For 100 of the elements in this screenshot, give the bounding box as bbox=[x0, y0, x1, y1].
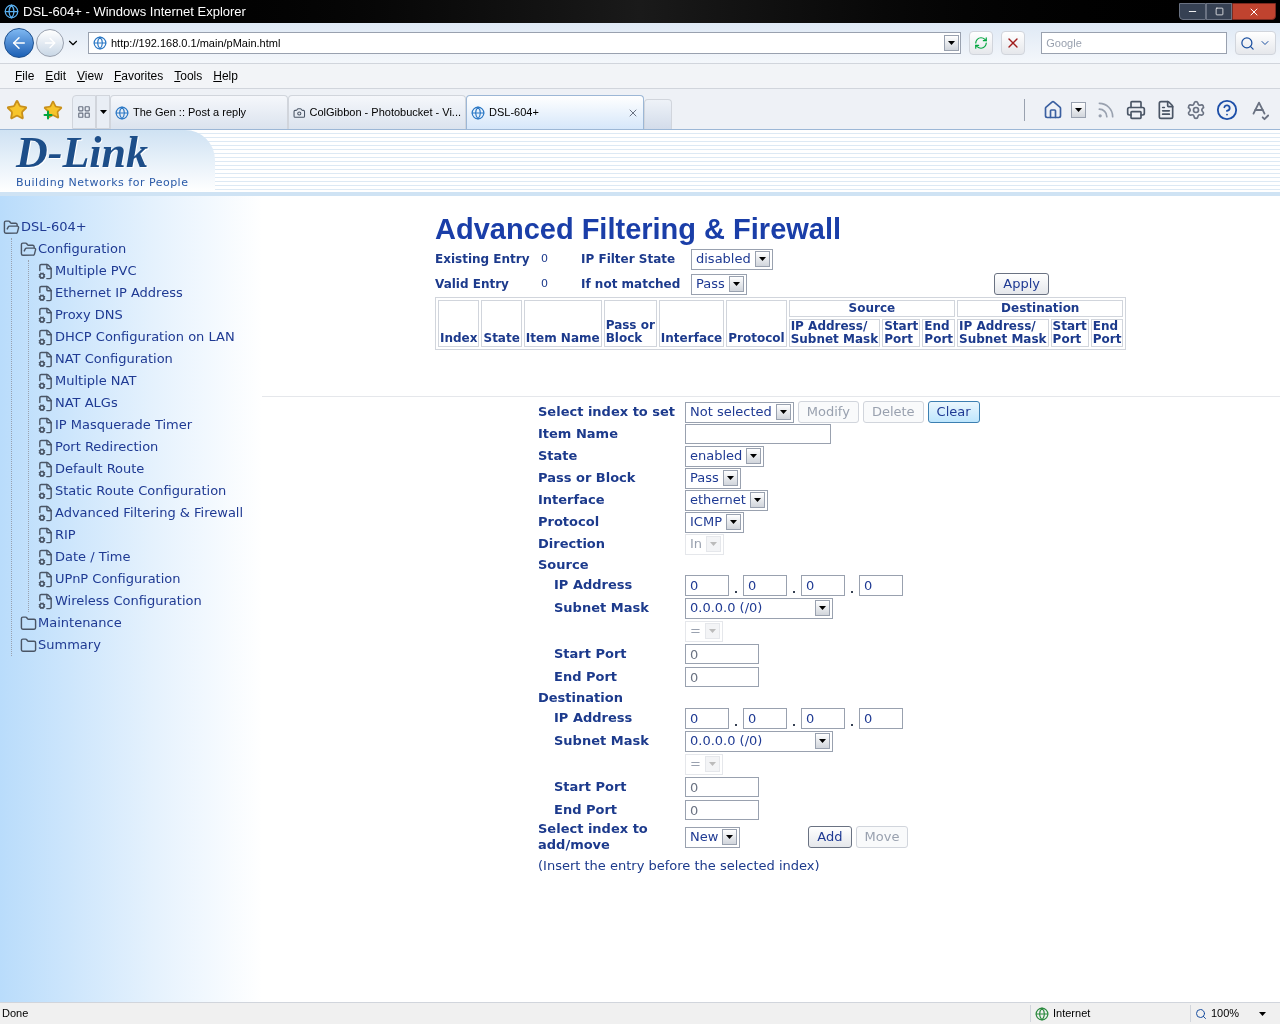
feeds-icon[interactable] bbox=[1096, 100, 1116, 120]
tree-item[interactable]: Port Redirection bbox=[55, 437, 159, 457]
page-icon bbox=[37, 570, 54, 588]
tree-item[interactable]: NAT Configuration bbox=[55, 349, 173, 369]
help-icon[interactable] bbox=[1216, 99, 1238, 121]
tree-item[interactable]: Date / Time bbox=[55, 547, 131, 567]
dropdown[interactable]: 0.0.0.0 (/0) bbox=[685, 597, 833, 619]
field-value: 0 bbox=[541, 275, 549, 292]
page-menu-icon[interactable] bbox=[1156, 100, 1176, 120]
restore-button[interactable] bbox=[1206, 3, 1232, 20]
menu-item[interactable]: Favorites bbox=[108, 67, 169, 85]
dropdown[interactable]: Pass bbox=[685, 467, 741, 489]
page-icon bbox=[37, 306, 54, 324]
field-label: Interface bbox=[538, 492, 606, 508]
menu-item[interactable]: View bbox=[72, 67, 108, 85]
dropdown[interactable]: disabled bbox=[691, 248, 773, 270]
tree-item[interactable]: Summary bbox=[38, 635, 101, 655]
web-page-icon bbox=[471, 105, 485, 120]
field-label: Pass or Block bbox=[538, 470, 637, 486]
zoom-level[interactable]: 100% bbox=[1211, 1005, 1240, 1022]
browser-tab[interactable]: DSL-604+ bbox=[466, 95, 644, 129]
search-icon[interactable] bbox=[1240, 35, 1255, 51]
ip-octet-field[interactable]: 0 bbox=[743, 574, 787, 596]
field-label: Protocol bbox=[538, 514, 601, 530]
tree-item[interactable]: Static Route Configuration bbox=[55, 481, 227, 501]
tree-item[interactable]: Multiple PVC bbox=[55, 261, 137, 281]
page-icon bbox=[37, 350, 54, 368]
refresh-button[interactable] bbox=[969, 31, 994, 55]
tree-item[interactable]: RIP bbox=[55, 525, 76, 545]
settings-icon[interactable] bbox=[1186, 100, 1206, 120]
dropdown[interactable]: ICMP bbox=[685, 511, 744, 533]
zoom-icon[interactable] bbox=[1195, 1007, 1207, 1020]
dot-separator-icon bbox=[793, 590, 795, 593]
ip-octet-field[interactable]: 0 bbox=[859, 574, 903, 596]
tree-item[interactable]: UPnP Configuration bbox=[55, 569, 181, 589]
page-icon bbox=[37, 504, 54, 522]
tree-item[interactable]: Wireless Configuration bbox=[55, 591, 202, 611]
field-label: Select index to add/move bbox=[538, 821, 649, 853]
add-favorite-icon[interactable] bbox=[42, 99, 64, 121]
form-button[interactable]: Clear bbox=[927, 401, 980, 423]
column-header: State bbox=[481, 300, 522, 347]
dropdown[interactable]: New bbox=[685, 826, 741, 848]
dropdown[interactable]: 0.0.0.0 (/0) bbox=[685, 730, 833, 752]
ip-octet-field[interactable]: 0 bbox=[801, 707, 845, 729]
ip-octet-field[interactable]: 0 bbox=[685, 707, 729, 729]
dropdown[interactable]: Pass bbox=[691, 273, 747, 295]
column-header: Interface bbox=[658, 300, 725, 347]
text-field[interactable] bbox=[685, 424, 831, 444]
tree-item[interactable]: Maintenance bbox=[38, 613, 122, 633]
form-button[interactable]: Apply bbox=[994, 272, 1049, 295]
tree-item[interactable]: Proxy DNS bbox=[55, 305, 123, 325]
tree-item[interactable]: DSL-604+ bbox=[21, 217, 87, 237]
menu-item[interactable]: Edit bbox=[40, 67, 72, 85]
column-group-header: Source bbox=[788, 300, 956, 317]
field-label: Subnet Mask bbox=[553, 733, 650, 749]
print-icon[interactable] bbox=[1126, 100, 1146, 120]
column-header: Start Port bbox=[1050, 319, 1089, 347]
ip-octet-field[interactable]: 0 bbox=[685, 574, 729, 596]
ip-octet-field[interactable]: 0 bbox=[801, 574, 845, 596]
back-button[interactable] bbox=[4, 28, 34, 58]
minimize-button[interactable] bbox=[1179, 3, 1206, 20]
field-label: Subnet Mask bbox=[553, 600, 650, 616]
ip-octet-field[interactable]: 0 bbox=[859, 707, 903, 729]
search-field[interactable]: Google bbox=[1041, 32, 1227, 54]
browser-tab[interactable]: ColGibbon - Photobucket - Vi... bbox=[288, 95, 466, 129]
column-header: IP Address/ Subnet Mask bbox=[957, 319, 1049, 347]
page-icon bbox=[37, 548, 54, 566]
close-button[interactable] bbox=[1232, 3, 1276, 20]
column-header: Protocol bbox=[726, 300, 787, 347]
menu-item[interactable]: File bbox=[10, 67, 40, 85]
page-icon bbox=[37, 460, 54, 478]
form-button[interactable]: Add bbox=[808, 826, 852, 848]
field-label: Start Port bbox=[553, 779, 628, 795]
tree-item[interactable]: Configuration bbox=[38, 239, 127, 259]
column-header: IP Address/ Subnet Mask bbox=[788, 319, 881, 347]
address-field[interactable]: http://192.168.0.1/main/pMain.html bbox=[88, 32, 962, 54]
favorites-star-icon[interactable] bbox=[6, 99, 28, 121]
tree-item[interactable]: Advanced Filtering & Firewall bbox=[55, 503, 244, 523]
tab-list-button[interactable] bbox=[96, 95, 110, 129]
tree-item[interactable]: Ethernet IP Address bbox=[55, 283, 183, 303]
ip-octet-field[interactable]: 0 bbox=[743, 707, 787, 729]
zoom-dropdown-icon[interactable] bbox=[1259, 1011, 1267, 1016]
menu-item[interactable]: Tools bbox=[169, 67, 208, 85]
field-label: Valid Entry bbox=[435, 276, 510, 293]
tree-item[interactable]: Default Route bbox=[55, 459, 145, 479]
stop-button[interactable] bbox=[1001, 31, 1026, 55]
tree-item[interactable]: Multiple NAT bbox=[55, 371, 137, 391]
column-header: Item Name bbox=[523, 300, 602, 347]
page-icon bbox=[37, 284, 54, 302]
dropdown[interactable]: Not selected bbox=[685, 401, 794, 423]
tree-item[interactable]: IP Masquerade Timer bbox=[55, 415, 193, 435]
home-icon[interactable] bbox=[1043, 100, 1063, 120]
menu-item[interactable]: Help bbox=[208, 67, 243, 85]
logo-tagline: Building Networks for People bbox=[16, 174, 190, 191]
dot-separator-icon bbox=[735, 590, 737, 593]
browser-tab[interactable]: The Gen :: Post a reply bbox=[110, 95, 288, 129]
tree-item[interactable]: NAT ALGs bbox=[55, 393, 118, 413]
dropdown[interactable]: ethernet bbox=[685, 489, 768, 511]
dropdown[interactable]: enabled bbox=[685, 445, 765, 467]
tree-item[interactable]: DHCP Configuration on LAN bbox=[55, 327, 235, 347]
